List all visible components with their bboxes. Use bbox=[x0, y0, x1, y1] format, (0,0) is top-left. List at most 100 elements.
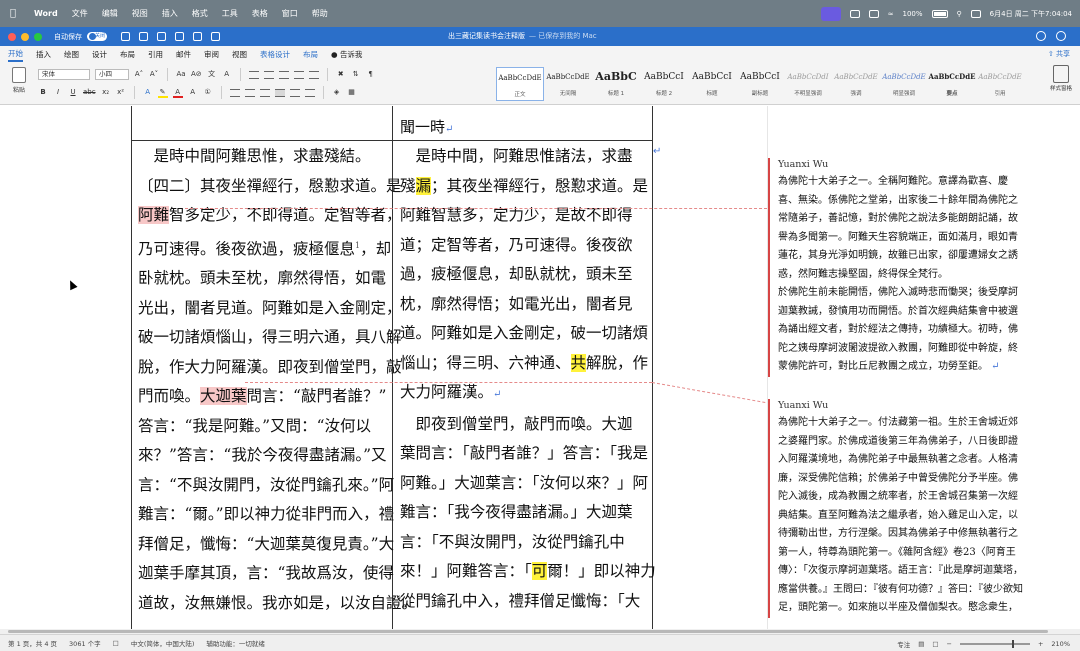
grow-font-icon[interactable]: A˄ bbox=[134, 69, 144, 80]
align-center-icon[interactable] bbox=[244, 88, 255, 97]
highlight-gong[interactable]: 共 bbox=[570, 353, 587, 372]
print-icon[interactable] bbox=[193, 32, 202, 41]
display-icon[interactable] bbox=[849, 9, 860, 18]
menu-help[interactable]: 帮助 bbox=[312, 8, 328, 19]
highlight-lou[interactable]: 漏 bbox=[415, 176, 432, 195]
subscript-button[interactable]: x₂ bbox=[101, 87, 111, 98]
char-border-icon[interactable]: A bbox=[222, 69, 232, 80]
menu-format[interactable]: 格式 bbox=[192, 8, 208, 19]
share-button[interactable]: ⇧ 共享 bbox=[1048, 49, 1070, 59]
menu-tools[interactable]: 工具 bbox=[222, 8, 238, 19]
style-heading-1[interactable]: AaBbC 标题 1 bbox=[592, 67, 640, 101]
strikethrough-button[interactable]: abc bbox=[83, 87, 96, 98]
tab-design[interactable]: 设计 bbox=[92, 49, 107, 60]
style-heading-2[interactable]: AaBbCcI 标题 2 bbox=[640, 67, 688, 101]
control-icon[interactable] bbox=[868, 9, 879, 18]
apple-icon[interactable]:  bbox=[10, 8, 24, 19]
undo-icon[interactable] bbox=[157, 32, 166, 41]
search-icon[interactable]: ⚲ bbox=[957, 10, 962, 18]
web-layout-icon[interactable]: □ bbox=[932, 640, 938, 648]
close-window-button[interactable] bbox=[8, 32, 16, 41]
justify-icon[interactable] bbox=[274, 88, 285, 97]
tab-view[interactable]: 视图 bbox=[232, 49, 247, 60]
text-effects-icon[interactable]: A bbox=[143, 87, 153, 98]
comment-anchor-dajiaye[interactable]: 大迦葉 bbox=[200, 387, 247, 406]
char-shading-icon[interactable]: A bbox=[188, 87, 198, 98]
tab-draw[interactable]: 绘图 bbox=[64, 49, 79, 60]
menu-table[interactable]: 表格 bbox=[252, 8, 268, 19]
zoom-out-icon[interactable]: − bbox=[947, 640, 952, 648]
highlight-ke[interactable]: 可 bbox=[531, 562, 548, 580]
align-left-icon[interactable] bbox=[229, 88, 240, 97]
line-spacing-icon[interactable] bbox=[304, 88, 315, 97]
numbering-icon[interactable] bbox=[263, 70, 274, 79]
style-strong[interactable]: AaBbCcDdE 要点 bbox=[928, 67, 976, 101]
shading-icon[interactable]: ◈ bbox=[332, 87, 342, 98]
align-right-icon[interactable] bbox=[259, 88, 270, 97]
page-count[interactable]: 第 1 页，共 4 页 bbox=[8, 638, 57, 648]
style-title[interactable]: AaBbCcI 标题 bbox=[688, 67, 736, 101]
phonetic-guide-icon[interactable]: 文 bbox=[207, 69, 217, 80]
font-name-select[interactable]: 宋体 bbox=[38, 69, 90, 80]
style-quote[interactable]: AaBbCcDdE 引用 bbox=[976, 67, 1024, 101]
tab-table-layout[interactable]: 布局 bbox=[303, 49, 318, 60]
style-intense-emphasis[interactable]: AaBbCcDdE 明显强调 bbox=[880, 67, 928, 101]
increase-indent-icon[interactable] bbox=[308, 70, 319, 79]
clock[interactable]: 6月4日 周二 下午7:04:04 bbox=[990, 9, 1072, 19]
more-icon[interactable] bbox=[211, 32, 220, 41]
menu-window[interactable]: 窗口 bbox=[282, 8, 298, 19]
zoom-slider-knob[interactable] bbox=[1011, 639, 1014, 648]
wifi-icon[interactable]: ≈ bbox=[888, 10, 894, 18]
clear-format-icon[interactable]: A⊘ bbox=[191, 69, 202, 80]
menu-edit[interactable]: 编辑 bbox=[102, 8, 118, 19]
font-size-select[interactable]: 小四 bbox=[95, 69, 129, 80]
tab-references[interactable]: 引用 bbox=[148, 49, 163, 60]
document-canvas[interactable]: 聞一時↵ 是時中間阿難思惟，求盡殘結。 〔四二〕其夜坐禪經行，慇懃求道。是 阿難… bbox=[0, 106, 1080, 633]
zoom-slider[interactable] bbox=[959, 639, 1030, 648]
menu-view[interactable]: 视图 bbox=[132, 8, 148, 19]
enclosed-char-icon[interactable]: ① bbox=[203, 87, 213, 98]
comment-anchor-anan[interactable]: 阿難 bbox=[138, 206, 170, 224]
shrink-font-icon[interactable]: A˅ bbox=[149, 69, 159, 80]
table-header-right[interactable]: 聞一時↵ bbox=[400, 116, 453, 137]
underline-button[interactable]: U bbox=[68, 87, 78, 98]
home-icon[interactable] bbox=[121, 32, 130, 41]
bullets-icon[interactable] bbox=[248, 70, 259, 79]
style-subtle-emphasis[interactable]: AaBbCcDdI 不明显强调 bbox=[784, 67, 832, 101]
style-emphasis[interactable]: AaBbCcDdE 强调 bbox=[832, 67, 880, 101]
control-center-icon[interactable] bbox=[970, 9, 981, 18]
comment-card[interactable]: Yuanxi Wu 為佛陀十大弟子之一。付法藏第一祖。生於王舍城近郊 之婆羅門家… bbox=[768, 399, 1068, 618]
distributed-icon[interactable] bbox=[289, 88, 300, 97]
tab-layout[interactable]: 布局 bbox=[120, 49, 135, 60]
font-color-icon[interactable]: A bbox=[172, 87, 183, 98]
superscript-button[interactable]: x² bbox=[116, 87, 126, 98]
italic-button[interactable]: I bbox=[53, 87, 63, 98]
redo-icon[interactable] bbox=[175, 32, 184, 41]
zoom-in-icon[interactable]: + bbox=[1038, 640, 1043, 648]
bold-button[interactable]: B bbox=[38, 87, 48, 98]
tab-insert[interactable]: 插入 bbox=[36, 49, 51, 60]
comment-card[interactable]: Yuanxi Wu 為佛陀十大弟子之一。全稱阿難陀。意譯為歡喜、慶 喜、無染。係… bbox=[768, 158, 1068, 377]
tab-tell-me[interactable]: ● 告诉我 bbox=[331, 49, 362, 60]
menu-insert[interactable]: 插入 bbox=[162, 8, 178, 19]
sort-icon[interactable]: ⇅ bbox=[351, 69, 361, 80]
menu-app[interactable]: Word bbox=[34, 9, 58, 18]
search-document-icon[interactable] bbox=[1036, 31, 1046, 41]
tab-mailings[interactable]: 邮件 bbox=[176, 49, 191, 60]
multilevel-list-icon[interactable] bbox=[278, 70, 289, 79]
proofing-icon[interactable]: □ bbox=[113, 639, 119, 647]
screen-record-icon[interactable] bbox=[820, 6, 841, 21]
account-icon[interactable] bbox=[1056, 31, 1066, 41]
decrease-indent-icon[interactable] bbox=[293, 70, 304, 79]
highlight-icon[interactable]: ✎ bbox=[157, 87, 168, 98]
change-case-icon[interactable]: Aa bbox=[176, 69, 186, 80]
table-cell-left[interactable]: 是時中間阿難思惟，求盡殘結。 〔四二〕其夜坐禪經行，慇懃求道。是 阿難智多定少，… bbox=[138, 142, 417, 618]
style-no-spacing[interactable]: AaBbCcDdE 无间隔 bbox=[544, 67, 592, 101]
table-cell-right[interactable]: 是時中間，阿難思惟諸法，求盡 殘漏；其夜坐禪經行，慇懃求道。是 阿難智慧多，定力… bbox=[400, 142, 656, 616]
tab-table-design[interactable]: 表格设计 bbox=[260, 49, 290, 60]
style-subtitle[interactable]: AaBbCcI 副标题 bbox=[736, 67, 784, 101]
styles-pane-button[interactable]: 样式窗格 bbox=[1048, 65, 1074, 92]
focus-mode-button[interactable]: 专注 bbox=[897, 639, 910, 649]
menu-file[interactable]: 文件 bbox=[72, 8, 88, 19]
language-indicator[interactable]: 中文(简体，中国大陆) bbox=[131, 638, 195, 648]
